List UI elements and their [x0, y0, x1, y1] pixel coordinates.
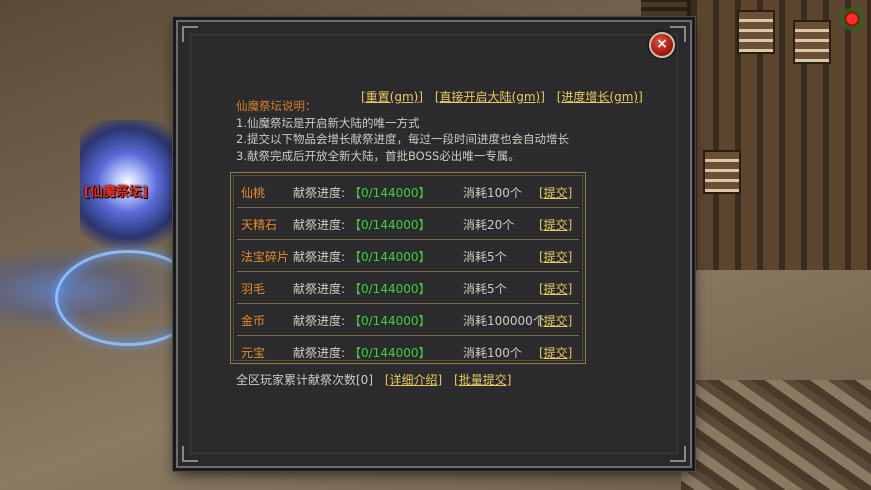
submit-button[interactable]: [提交]: [539, 280, 572, 297]
house-window: [737, 10, 775, 54]
close-icon: ×: [656, 36, 668, 52]
progress-label: 献祭进度:: [293, 314, 346, 328]
submit-button[interactable]: [提交]: [539, 216, 572, 233]
progress-label: 献祭进度:: [293, 186, 346, 200]
progress-value: 【0/144000】: [349, 282, 431, 296]
cost-text: 消耗100000个: [463, 314, 545, 328]
submit-button[interactable]: [提交]: [539, 184, 572, 201]
description-title: 仙魔祭坛说明：: [236, 99, 317, 113]
progress-value: 【0/144000】: [349, 218, 431, 232]
cost-text: 消耗100个: [463, 186, 522, 200]
item-name: 天精石: [241, 218, 278, 232]
rubble-ground: [681, 380, 871, 490]
item-name: 金币: [241, 314, 266, 328]
cost-text: 消耗100个: [463, 346, 522, 360]
progress-value: 【0/144000】: [349, 186, 431, 200]
progress-label: 献祭进度:: [293, 346, 346, 360]
total-sacrifice-count: 全区玩家累计献祭次数[0]: [236, 373, 373, 387]
close-button[interactable]: ×: [649, 32, 675, 58]
altar-description: 仙魔祭坛说明： 1.仙魔祭坛是开启新大陆的唯一方式 2.提交以下物品会增长献祭进…: [236, 98, 569, 164]
submit-button[interactable]: [提交]: [539, 312, 572, 329]
progress-value: 【0/144000】: [349, 314, 431, 328]
table-row: 法宝碎片 献祭进度: 【0/144000】 消耗5个 [提交]: [237, 239, 579, 272]
submit-button[interactable]: [提交]: [539, 248, 572, 265]
submit-button[interactable]: [提交]: [539, 344, 572, 361]
cost-text: 消耗5个: [463, 282, 507, 296]
item-name: 元宝: [241, 346, 266, 360]
cost-text: 消耗20个: [463, 218, 515, 232]
table-row: 羽毛 献祭进度: 【0/144000】 消耗5个 [提交]: [237, 271, 579, 304]
table-row: 元宝 献祭进度: 【0/144000】 消耗100个 [提交]: [237, 335, 579, 367]
altar-dialog: × [重置(gm)] [直接开启大陆(gm)] [进度增长(gm)] 仙魔祭坛说…: [176, 20, 692, 468]
item-name: 羽毛: [241, 282, 266, 296]
flower-pot: [839, 6, 865, 32]
house-window: [793, 20, 831, 64]
description-line: 3.献祭完成后开放全新大陆，首批BOSS必出唯一专属。: [236, 148, 520, 163]
table-row: 金币 献祭进度: 【0/144000】 消耗100000个 [提交]: [237, 303, 579, 336]
dialog-footer: 全区玩家累计献祭次数[0] [详细介绍] [批量提交]: [236, 371, 511, 388]
progress-label: 献祭进度:: [293, 282, 346, 296]
altar-label[interactable]: [仙魔祭坛]: [84, 181, 148, 200]
wooden-house: [687, 0, 871, 270]
item-name: 仙桃: [241, 186, 266, 200]
progress-value: 【0/144000】: [349, 250, 431, 264]
description-line: 2.提交以下物品会增长献祭进度，每过一段时间进度也会自动增长: [236, 132, 569, 146]
cost-text: 消耗5个: [463, 250, 507, 264]
sacrifice-table: 仙桃 献祭进度: 【0/144000】 消耗100个 [提交] 天精石 献祭进度…: [230, 172, 586, 364]
progress-increase-gm-link[interactable]: [进度增长(gm)]: [557, 90, 643, 104]
progress-label: 献祭进度:: [293, 250, 346, 264]
house-window: [703, 150, 741, 194]
description-line: 1.仙魔祭坛是开启新大陆的唯一方式: [236, 115, 420, 130]
table-row: 天精石 献祭进度: 【0/144000】 消耗20个 [提交]: [237, 207, 579, 240]
detail-intro-link[interactable]: [详细介绍]: [385, 373, 442, 387]
progress-value: 【0/144000】: [349, 346, 431, 360]
table-row: 仙桃 献祭进度: 【0/144000】 消耗100个 [提交]: [237, 175, 579, 208]
item-name: 法宝碎片: [241, 250, 290, 264]
batch-submit-link[interactable]: [批量提交]: [454, 373, 511, 387]
progress-label: 献祭进度:: [293, 218, 346, 232]
